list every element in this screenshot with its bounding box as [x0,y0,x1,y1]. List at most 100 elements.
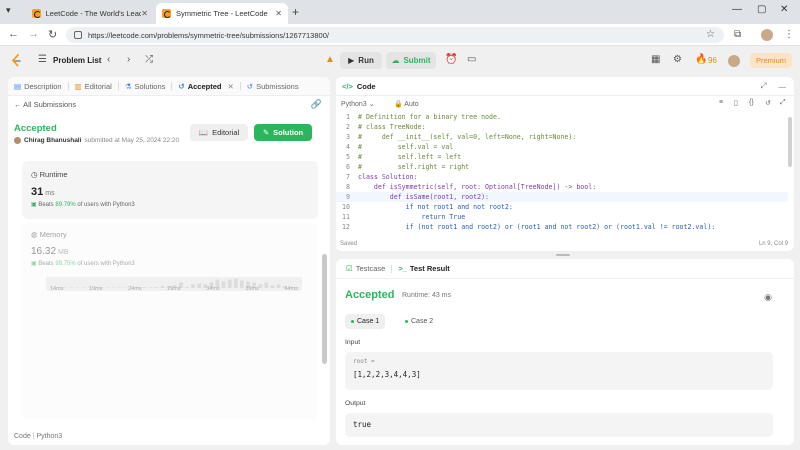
case-2-button[interactable]: Case 2 [399,314,439,329]
left-scrollbar[interactable] [322,254,327,364]
tab-solutions[interactable]: ⚗ Solutions [119,82,172,91]
memory-beats-rest: of users with Python3 [77,261,135,267]
close-window-icon[interactable]: ✕ [780,4,788,15]
site-info-icon[interactable] [74,31,82,39]
code-line[interactable]: 8 def isSymmetric(self, root: Optional[T… [336,182,788,192]
run-button[interactable]: ▶ Run [340,52,382,69]
expand-icon[interactable]: ⤢ [761,81,767,91]
timer-icon[interactable]: ⏰ [445,54,457,65]
premium-button[interactable]: Premium [750,53,792,68]
code-line[interactable]: 1 # Definition for a binary tree node. [336,112,788,122]
case-1-button[interactable]: Case 1 [345,314,386,329]
runtime-card[interactable]: ◷ Runtime 31 ms ▣ Beats 89.79% of users w… [22,161,318,219]
minimap-tick-label: 29ms [167,286,181,292]
code-line[interactable]: 10 if not root1 and not root2: [336,202,788,212]
code-line[interactable]: 6 # self.right = right [336,162,788,172]
editorial-button[interactable]: 📖 Editorial [190,124,248,141]
tab-test-result[interactable]: >_ Test Result [392,264,455,273]
memory-beats-pct: 99.75% [55,261,76,267]
minimize-icon[interactable]: — [732,4,742,15]
forward-icon[interactable]: → [28,28,39,40]
close-tab-icon[interactable]: ✕ [141,9,148,18]
braces-icon[interactable]: {} [749,99,754,106]
maximize-icon[interactable]: ▢ [757,4,766,15]
minimap-bar [142,287,147,288]
runtime-distribution-chart[interactable]: 15%10%5%0%14ms19ms24ms29ms34ms39ms44ms14… [22,277,318,419]
code-line[interactable]: 9 def isSame(root1, root2): [336,192,788,202]
memory-label: ◍ Memory [31,230,67,239]
reload-icon[interactable]: ↻ [48,28,57,41]
mode-select[interactable]: 🔒 Auto [394,100,419,108]
tab-editorial[interactable]: ▥ Editorial [69,82,118,91]
layout-icon[interactable]: ▦ [651,54,660,65]
language-select[interactable]: Python3 ⌄ [341,100,375,108]
code-editor[interactable]: 1 # Definition for a binary tree node. 2 # … [336,112,788,230]
problem-list-icon[interactable]: ☰ [38,54,47,65]
code-line[interactable]: 11 return True [336,212,788,222]
bookmark-star-icon[interactable]: ☆ [706,29,715,40]
profile-avatar[interactable] [761,29,773,41]
streak-count: 96 [708,56,717,65]
user-avatar[interactable] [728,55,740,67]
panel-resize-handle[interactable] [556,254,570,256]
result-runtime: Runtime: 43 ms [402,292,452,299]
tab-testcase[interactable]: ☑ Testcase [340,264,391,273]
debug-icon[interactable]: ▲ [325,54,335,65]
code-line[interactable]: 2 # class TreeNode: [336,122,788,132]
random-problem-icon[interactable]: ⤮ [145,54,153,65]
next-problem-icon[interactable]: › [127,54,130,65]
close-tab-icon[interactable]: ✕ [275,9,282,18]
code-line[interactable]: 7 class Solution: [336,172,788,182]
url-field[interactable]: https://leetcode.com/problems/symmetric-… [66,27,724,43]
code-text: # class TreeNode: [358,123,426,131]
leetcode-logo-icon[interactable] [10,54,22,68]
browser-menu-icon[interactable]: ⋮ [784,29,794,40]
runtime-unit: ms [45,190,55,197]
extensions-icon[interactable]: ⧉ [734,29,741,40]
leetcode-header: ☰ Problem List ‹ › ⤮ ▲ ▶ Run ☁ Submit ⏰ … [0,47,800,75]
close-tab-icon[interactable]: ✕ [227,82,233,91]
solution-button[interactable]: ✎ Solution [254,124,312,141]
runtime-label-text: Runtime [39,170,68,179]
code-text: return True [358,213,466,221]
eye-icon[interactable]: ◉ [764,292,772,303]
browser-tab-title: LeetCode - The World's Leading O [45,9,142,18]
streak-fire-icon[interactable]: 🔥 [695,54,707,65]
code-line[interactable]: 5 # self.left = left [336,152,788,162]
code-line[interactable]: 12 if (not root1 and root2) or (root1 an… [336,222,788,230]
prev-problem-icon[interactable]: ‹ [107,54,110,65]
code-line[interactable]: 4 # self.val = val [336,142,788,152]
tab-search-icon[interactable]: ▾ [6,5,11,16]
settings-gear-icon[interactable]: ⚙ [673,54,682,65]
browser-tab-leetcode-home[interactable]: LeetCode - The World's Leading O ✕ [26,3,154,24]
input-box: root = [1,2,2,3,4,4,3] [345,352,773,390]
all-submissions-link[interactable]: ← All Submissions [14,100,76,109]
run-label: Run [358,56,374,65]
code-text: if not root1 and not root2: [358,203,513,211]
fullscreen-icon[interactable]: ⤢ [780,99,786,107]
problem-list-link[interactable]: Problem List [53,56,101,65]
author-name[interactable]: Chirag Bhanushali [24,137,81,144]
share-link-icon[interactable]: 🔗 [311,99,322,110]
back-icon[interactable]: ← [8,28,19,40]
reset-icon[interactable]: ↺ [765,99,771,107]
code-line[interactable]: 3 # def __init__(self, val=0, left=None, … [336,132,788,142]
code-text: if (not root1 and root2) or (root1 and n… [358,223,716,230]
notes-icon[interactable]: ▭ [467,54,476,65]
tab-label: Editorial [84,81,112,91]
memory-beats: ▣ Beats 99.75% of users with Python3 [31,261,135,267]
tab-description[interactable]: ▤ Description [8,82,68,91]
bookmark-icon[interactable]: ▯ [734,99,738,107]
minimize-panel-icon[interactable]: — [779,82,787,91]
address-bar-row: ← → ↻ https://leetcode.com/problems/symm… [0,24,800,46]
tab-submissions[interactable]: ↺ Submissions [241,82,305,91]
checkbox-icon: ☑ [346,264,353,273]
author-avatar[interactable] [14,137,21,144]
submit-button[interactable]: ☁ Submit [386,52,436,69]
format-icon[interactable]: ≡ [719,99,723,106]
new-tab-icon[interactable]: + [292,5,299,19]
browser-tab-symmetric-tree[interactable]: Symmetric Tree - LeetCode ✕ [156,3,288,24]
tab-accepted[interactable]: ↺ Accepted ✕ [172,82,239,91]
code-text: # self.left = left [358,153,462,161]
code-scrollbar[interactable] [788,117,792,167]
